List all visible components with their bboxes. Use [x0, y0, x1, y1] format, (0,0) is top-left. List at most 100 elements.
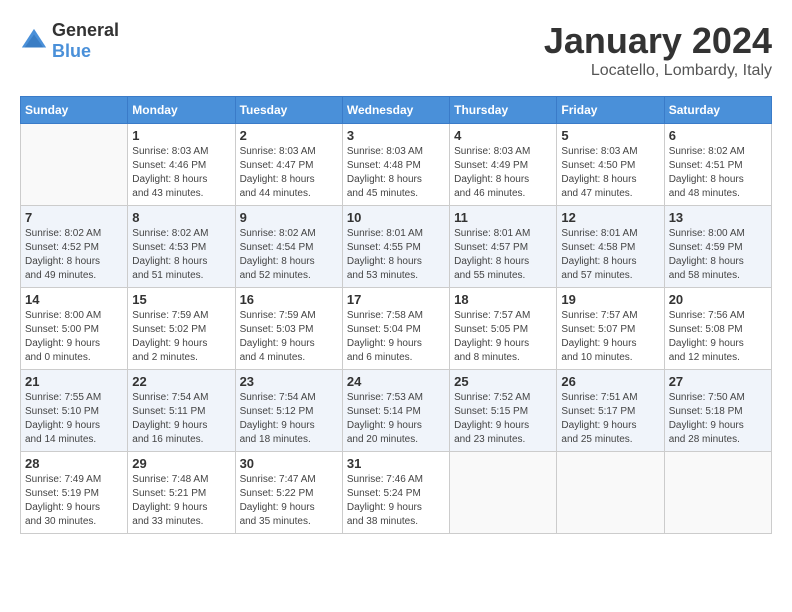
- day-info: Sunrise: 8:01 AMSunset: 4:55 PMDaylight:…: [347, 227, 445, 283]
- calendar-cell: 18Sunrise: 7:57 AMSunset: 5:05 PMDayligh…: [450, 288, 557, 370]
- day-number: 1: [132, 128, 230, 143]
- calendar-cell: [21, 124, 128, 206]
- calendar-cell: 12 Sunrise: 8:01 AMSunset: 4:58 PMDayligh…: [557, 206, 664, 288]
- day-info: Sunrise: 7:55 AMSunset: 5:10 PMDaylight:…: [25, 391, 123, 447]
- day-info: Sunrise: 8:01 AMSunset: 4:58 PMDaylight:…: [561, 227, 659, 283]
- calendar-week-row: 28 Sunrise: 7:49 AMSunset: 5:19 PMDayligh…: [21, 452, 772, 534]
- day-info: Sunrise: 8:03 AMSunset: 4:48 PMDaylight:…: [347, 145, 445, 201]
- day-number: 30: [240, 456, 338, 471]
- calendar-cell: 23Sunrise: 7:54 AMSunset: 5:12 PMDayligh…: [235, 370, 342, 452]
- day-info: Sunrise: 7:50 AMSunset: 5:18 PMDaylight:…: [669, 391, 767, 447]
- day-number: 7: [25, 210, 123, 225]
- day-info: Sunrise: 7:58 AMSunset: 5:04 PMDaylight:…: [347, 309, 445, 365]
- calendar-cell: 19 Sunrise: 7:57 AMSunset: 5:07 PMDayligh…: [557, 288, 664, 370]
- day-info: Sunrise: 8:00 AMSunset: 4:59 PMDaylight:…: [669, 227, 767, 283]
- calendar-cell: 26 Sunrise: 7:51 AMSunset: 5:17 PMDayligh…: [557, 370, 664, 452]
- calendar-cell: 10 Sunrise: 8:01 AMSunset: 4:55 PMDayligh…: [342, 206, 449, 288]
- day-number: 6: [669, 128, 767, 143]
- calendar-cell: 13 Sunrise: 8:00 AMSunset: 4:59 PMDayligh…: [664, 206, 771, 288]
- day-number: 19: [561, 292, 659, 307]
- logo-general-text: General: [52, 20, 119, 40]
- calendar-header-friday: Friday: [557, 97, 664, 124]
- day-info: Sunrise: 7:56 AMSunset: 5:08 PMDaylight:…: [669, 309, 767, 365]
- day-number: 9: [240, 210, 338, 225]
- calendar-cell: [450, 452, 557, 534]
- day-number: 13: [669, 210, 767, 225]
- logo: General Blue: [20, 20, 119, 62]
- day-number: 20: [669, 292, 767, 307]
- calendar-cell: 17 Sunrise: 7:58 AMSunset: 5:04 PMDayligh…: [342, 288, 449, 370]
- day-number: 25: [454, 374, 552, 389]
- calendar-cell: 15 Sunrise: 7:59 AMSunset: 5:02 PMDayligh…: [128, 288, 235, 370]
- day-number: 4: [454, 128, 552, 143]
- calendar-cell: 5Sunrise: 8:03 AMSunset: 4:50 PMDaylight…: [557, 124, 664, 206]
- day-info: Sunrise: 8:03 AMSunset: 4:47 PMDaylight:…: [240, 145, 338, 201]
- calendar-cell: [664, 452, 771, 534]
- day-info: Sunrise: 8:01 AMSunset: 4:57 PMDaylight:…: [454, 227, 552, 283]
- calendar-header-sunday: Sunday: [21, 97, 128, 124]
- day-number: 29: [132, 456, 230, 471]
- day-number: 22: [132, 374, 230, 389]
- calendar-header-wednesday: Wednesday: [342, 97, 449, 124]
- logo-blue-text: Blue: [52, 41, 91, 61]
- day-number: 2: [240, 128, 338, 143]
- calendar-week-row: 21 Sunrise: 7:55 AMSunset: 5:10 PMDayligh…: [21, 370, 772, 452]
- day-number: 27: [669, 374, 767, 389]
- calendar-cell: 22 Sunrise: 7:54 AMSunset: 5:11 PMDayligh…: [128, 370, 235, 452]
- day-info: Sunrise: 7:54 AMSunset: 5:11 PMDaylight:…: [132, 391, 230, 447]
- calendar-week-row: 14 Sunrise: 8:00 AMSunset: 5:00 PMDayligh…: [21, 288, 772, 370]
- calendar-cell: 16Sunrise: 7:59 AMSunset: 5:03 PMDayligh…: [235, 288, 342, 370]
- calendar-cell: 25 Sunrise: 7:52 AMSunset: 5:15 PMDayligh…: [450, 370, 557, 452]
- day-number: 10: [347, 210, 445, 225]
- day-info: Sunrise: 7:52 AMSunset: 5:15 PMDaylight:…: [454, 391, 552, 447]
- day-number: 18: [454, 292, 552, 307]
- calendar-cell: 2 Sunrise: 8:03 AMSunset: 4:47 PMDaylight…: [235, 124, 342, 206]
- calendar-cell: 24 Sunrise: 7:53 AMSunset: 5:14 PMDayligh…: [342, 370, 449, 452]
- day-number: 26: [561, 374, 659, 389]
- day-number: 8: [132, 210, 230, 225]
- day-info: Sunrise: 7:47 AMSunset: 5:22 PMDaylight:…: [240, 473, 338, 529]
- day-info: Sunrise: 7:57 AMSunset: 5:07 PMDaylight:…: [561, 309, 659, 365]
- day-number: 15: [132, 292, 230, 307]
- day-number: 3: [347, 128, 445, 143]
- calendar-cell: 30 Sunrise: 7:47 AMSunset: 5:22 PMDayligh…: [235, 452, 342, 534]
- day-info: Sunrise: 8:03 AMSunset: 4:46 PMDaylight:…: [132, 145, 230, 201]
- calendar-cell: 11 Sunrise: 8:01 AMSunset: 4:57 PMDayligh…: [450, 206, 557, 288]
- calendar-header-saturday: Saturday: [664, 97, 771, 124]
- day-number: 24: [347, 374, 445, 389]
- day-number: 31: [347, 456, 445, 471]
- day-info: Sunrise: 7:59 AMSunset: 5:02 PMDaylight:…: [132, 309, 230, 365]
- day-number: 11: [454, 210, 552, 225]
- calendar-cell: 28 Sunrise: 7:49 AMSunset: 5:19 PMDayligh…: [21, 452, 128, 534]
- calendar-header-row: SundayMondayTuesdayWednesdayThursdayFrid…: [21, 97, 772, 124]
- day-info: Sunrise: 8:02 AMSunset: 4:52 PMDaylight:…: [25, 227, 123, 283]
- location-title: Locatello, Lombardy, Italy: [544, 62, 772, 80]
- calendar: SundayMondayTuesdayWednesdayThursdayFrid…: [20, 96, 772, 534]
- calendar-cell: 14 Sunrise: 8:00 AMSunset: 5:00 PMDayligh…: [21, 288, 128, 370]
- day-number: 14: [25, 292, 123, 307]
- calendar-cell: 7 Sunrise: 8:02 AMSunset: 4:52 PMDaylight…: [21, 206, 128, 288]
- calendar-cell: 29Sunrise: 7:48 AMSunset: 5:21 PMDayligh…: [128, 452, 235, 534]
- day-info: Sunrise: 8:02 AMSunset: 4:51 PMDaylight:…: [669, 145, 767, 201]
- day-number: 28: [25, 456, 123, 471]
- calendar-week-row: 1 Sunrise: 8:03 AMSunset: 4:46 PMDaylight…: [21, 124, 772, 206]
- calendar-cell: 20 Sunrise: 7:56 AMSunset: 5:08 PMDayligh…: [664, 288, 771, 370]
- month-title: January 2024: [544, 20, 772, 62]
- day-number: 12: [561, 210, 659, 225]
- calendar-cell: 9 Sunrise: 8:02 AMSunset: 4:54 PMDaylight…: [235, 206, 342, 288]
- day-info: Sunrise: 8:00 AMSunset: 5:00 PMDaylight:…: [25, 309, 123, 365]
- day-info: Sunrise: 8:03 AMSunset: 4:50 PMDaylight:…: [561, 145, 659, 201]
- day-info: Sunrise: 7:51 AMSunset: 5:17 PMDaylight:…: [561, 391, 659, 447]
- day-info: Sunrise: 8:02 AMSunset: 4:54 PMDaylight:…: [240, 227, 338, 283]
- calendar-cell: 6 Sunrise: 8:02 AMSunset: 4:51 PMDaylight…: [664, 124, 771, 206]
- day-number: 21: [25, 374, 123, 389]
- day-info: Sunrise: 7:59 AMSunset: 5:03 PMDaylight:…: [240, 309, 338, 365]
- calendar-header-monday: Monday: [128, 97, 235, 124]
- day-info: Sunrise: 7:49 AMSunset: 5:19 PMDaylight:…: [25, 473, 123, 529]
- calendar-cell: 3 Sunrise: 8:03 AMSunset: 4:48 PMDaylight…: [342, 124, 449, 206]
- day-number: 17: [347, 292, 445, 307]
- day-info: Sunrise: 7:53 AMSunset: 5:14 PMDaylight:…: [347, 391, 445, 447]
- day-info: Sunrise: 7:54 AMSunset: 5:12 PMDaylight:…: [240, 391, 338, 447]
- calendar-header-tuesday: Tuesday: [235, 97, 342, 124]
- day-info: Sunrise: 8:03 AMSunset: 4:49 PMDaylight:…: [454, 145, 552, 201]
